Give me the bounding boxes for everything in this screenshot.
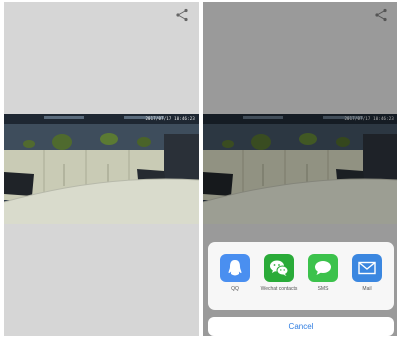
sms-icon[interactable]: [308, 254, 338, 282]
app-label: Mail: [362, 286, 372, 292]
share-icon[interactable]: [175, 8, 189, 22]
right-screen: 2017/07/17 10:46:23 QQ Wechat contacts S…: [203, 2, 397, 336]
cancel-button[interactable]: Cancel: [208, 317, 394, 336]
app-label: Wechat contacts: [260, 286, 298, 292]
left-screen: 2017/07/17 10:46:23: [4, 2, 199, 336]
app-label: QQ: [231, 286, 239, 292]
camera-snapshot: 2017/07/17 10:46:23: [4, 114, 199, 224]
wechat-icon[interactable]: [264, 254, 294, 282]
share-sms[interactable]: SMS: [305, 254, 341, 292]
snapshot-timestamp: 2017/07/17 10:46:23: [145, 116, 195, 121]
share-icon[interactable]: [374, 8, 388, 22]
qq-icon[interactable]: [220, 254, 250, 282]
share-mail[interactable]: Mail: [349, 254, 385, 292]
share-sheet: QQ Wechat contacts SMS Mail: [208, 242, 394, 310]
share-app-row: QQ Wechat contacts SMS Mail: [208, 254, 394, 292]
app-label: SMS: [317, 286, 329, 292]
mail-icon[interactable]: [352, 254, 382, 282]
share-wechat[interactable]: Wechat contacts: [261, 254, 297, 292]
share-qq[interactable]: QQ: [217, 254, 253, 292]
